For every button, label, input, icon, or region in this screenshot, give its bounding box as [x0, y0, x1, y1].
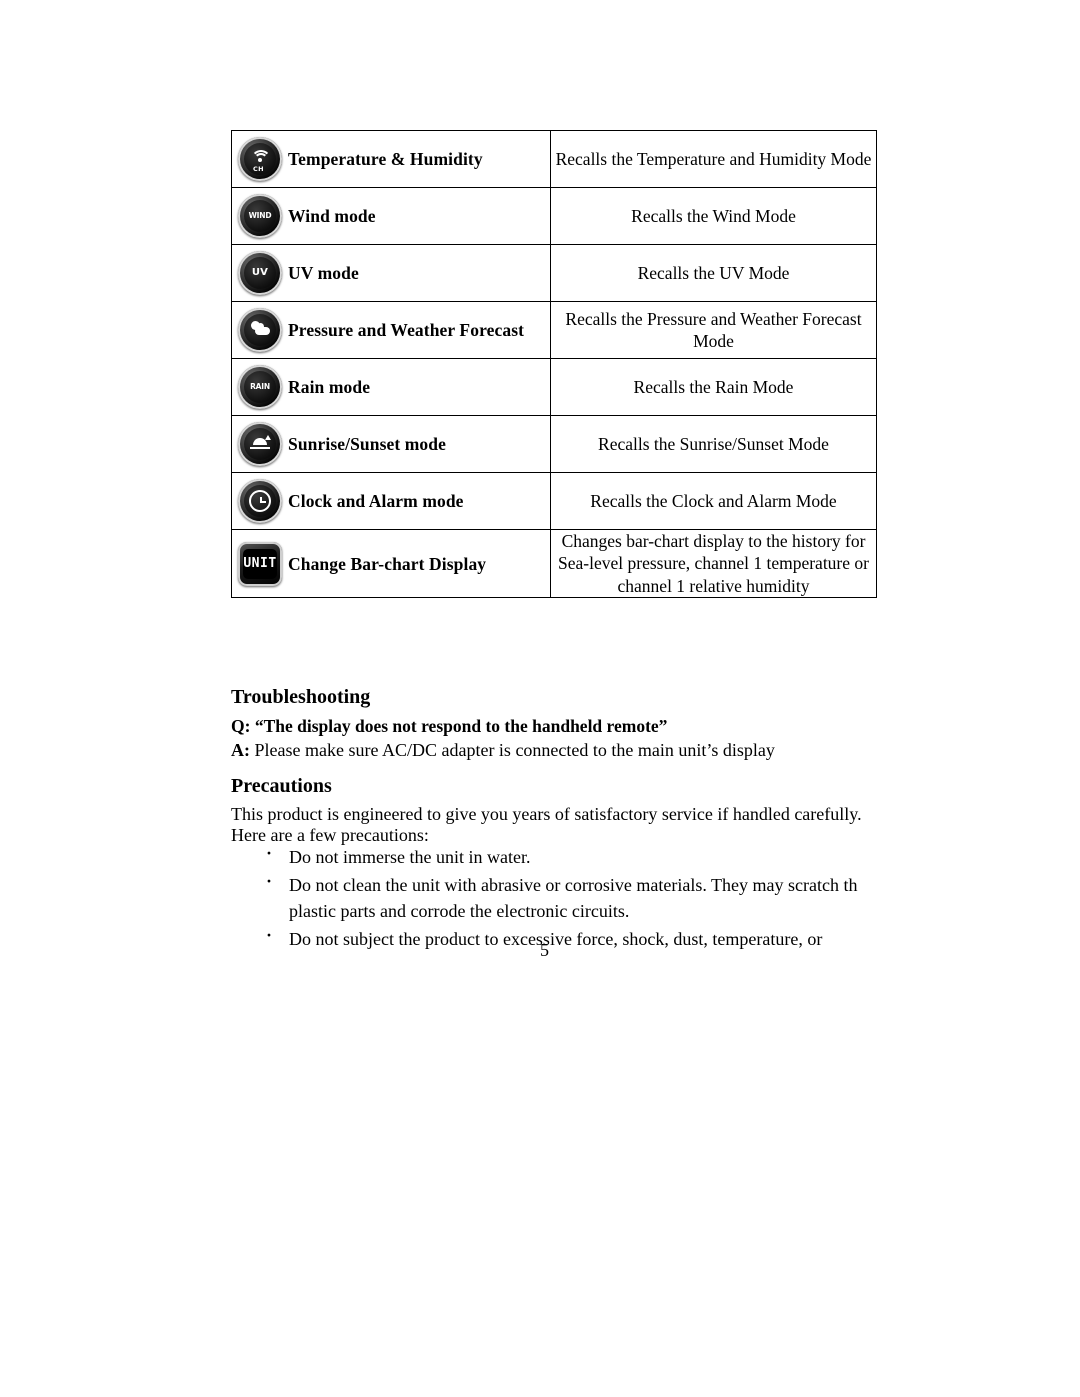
pressure-weather-button-icon — [238, 308, 282, 352]
uv-button-icon: UV — [238, 251, 282, 295]
table-row: UV UV mode Recalls the UV Mode — [231, 244, 877, 302]
table-cell-description: Recalls the Pressure and Weather Forecas… — [550, 301, 877, 359]
table-cell-description: Recalls the Temperature and Humidity Mod… — [550, 130, 877, 188]
table-cell-description: Recalls the UV Mode — [550, 244, 877, 302]
unit-button-icon-text: UNIT — [243, 548, 277, 579]
table-row: CH Temperature & Humidity Recalls the Te… — [231, 130, 877, 188]
table-cell-button: RAIN Rain mode — [231, 358, 551, 416]
table-cell-button: Clock and Alarm mode — [231, 472, 551, 530]
table-cell-button: CH Temperature & Humidity — [231, 130, 551, 188]
table-cell-label: Change Bar-chart Display — [288, 553, 487, 574]
table-cell-button: Pressure and Weather Forecast — [231, 301, 551, 359]
table-row: RAIN Rain mode Recalls the Rain Mode — [231, 358, 877, 416]
table-cell-label: UV mode — [288, 262, 359, 283]
table-row: UNIT Change Bar-chart Display Changes ba… — [231, 528, 877, 599]
wind-button-icon: WIND — [238, 194, 282, 238]
table-cell-button: WIND Wind mode — [231, 187, 551, 245]
troubleshooting-question: Q: “The display does not respond to the … — [231, 716, 668, 736]
answer-prefix: A: — [231, 740, 250, 760]
precautions-list: Do not immerse the unit in water. Do not… — [253, 840, 893, 954]
troubleshooting-answer: A: Please make sure AC/DC adapter is con… — [231, 738, 775, 762]
unit-button-icon: UNIT — [238, 541, 282, 586]
uv-button-icon-text: UV — [244, 257, 276, 289]
list-item: Do not immerse the unit in water. — [253, 840, 893, 870]
table-cell-label: Rain mode — [288, 376, 371, 397]
table-cell-label: Clock and Alarm mode — [288, 490, 464, 511]
table-cell-description: Recalls the Wind Mode — [550, 187, 877, 245]
table-row: Pressure and Weather Forecast Recalls th… — [231, 301, 877, 359]
table-row: Sunrise/Sunset mode Recalls the Sunrise/… — [231, 415, 877, 473]
sunrise-sunset-button-icon — [238, 422, 282, 466]
table-cell-button: Sunrise/Sunset mode — [231, 415, 551, 473]
table-cell-label: Temperature & Humidity — [288, 148, 483, 169]
clock-alarm-button-icon — [238, 479, 282, 523]
table-row: WIND Wind mode Recalls the Wind Mode — [231, 187, 877, 245]
rain-button-icon: RAIN — [238, 365, 282, 409]
temperature-humidity-button-icon: CH — [238, 137, 282, 181]
rain-button-icon-text: RAIN — [244, 371, 276, 403]
precautions-heading: Precautions — [231, 775, 332, 797]
table-row: Clock and Alarm mode Recalls the Clock a… — [231, 472, 877, 530]
answer-text: Please make sure AC/DC adapter is connec… — [250, 740, 775, 760]
troubleshooting-heading: Troubleshooting — [231, 686, 371, 708]
table-cell-description: Recalls the Rain Mode — [550, 358, 877, 416]
page-number: 5 — [540, 940, 549, 960]
table-cell-button: UNIT Change Bar-chart Display — [231, 528, 551, 599]
button-function-table: CH Temperature & Humidity Recalls the Te… — [231, 130, 877, 599]
list-item: Do not subject the product to excessive … — [253, 922, 893, 952]
table-cell-button: UV UV mode — [231, 244, 551, 302]
list-item: Do not clean the unit with abrasive or c… — [253, 868, 893, 924]
table-cell-description: Recalls the Clock and Alarm Mode — [550, 472, 877, 530]
table-cell-description: Changes bar-chart display to the history… — [550, 528, 877, 599]
table-cell-label: Sunrise/Sunset mode — [288, 433, 446, 454]
wind-button-icon-text: WIND — [244, 200, 276, 232]
table-cell-label: Wind mode — [288, 205, 376, 226]
document-page: CH Temperature & Humidity Recalls the Te… — [0, 0, 1080, 1397]
table-cell-label: Pressure and Weather Forecast — [288, 319, 525, 340]
table-cell-description: Recalls the Sunrise/Sunset Mode — [550, 415, 877, 473]
